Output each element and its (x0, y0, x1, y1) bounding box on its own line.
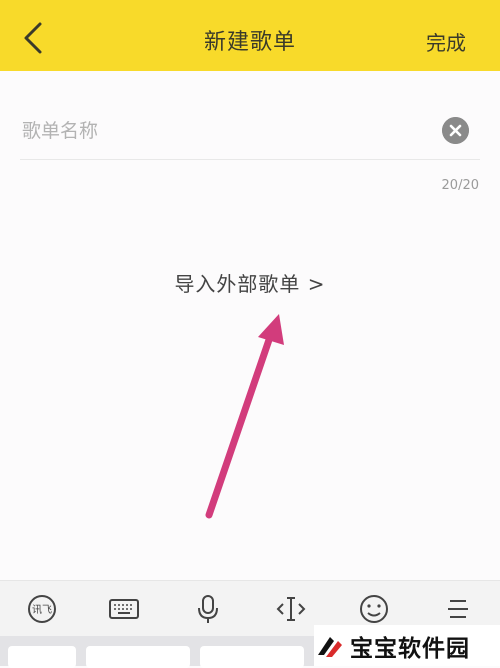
emoji-icon[interactable] (358, 593, 390, 625)
keyboard-key[interactable] (8, 646, 76, 668)
keyboard-icon[interactable] (108, 593, 140, 625)
watermark: 宝宝软件园 (314, 625, 500, 666)
clear-circle-icon[interactable] (442, 117, 469, 144)
playlist-name-input[interactable] (20, 112, 424, 150)
import-external-playlist-link[interactable]: 导入外部歌单 > (0, 268, 500, 297)
char-counter: 20/20 (441, 178, 479, 193)
done-button[interactable]: 完成 (426, 27, 466, 56)
watermark-logo-icon (318, 637, 342, 657)
page-title: 新建歌单 (203, 30, 296, 55)
cursor-move-icon[interactable] (275, 593, 307, 625)
keyboard-key[interactable] (86, 646, 190, 668)
microphone-icon[interactable] (192, 593, 224, 625)
svg-text:讯飞: 讯飞 (32, 604, 52, 616)
menu-icon[interactable] (442, 593, 474, 625)
annotation-arrow-icon (205, 314, 284, 519)
header-bar: 新建歌单 完成 (0, 0, 500, 71)
ifly-logo-icon[interactable]: 讯飞 (26, 593, 58, 625)
watermark-text: 宝宝软件园 (350, 636, 470, 662)
input-divider (20, 159, 480, 160)
keyboard-key[interactable] (200, 646, 304, 668)
